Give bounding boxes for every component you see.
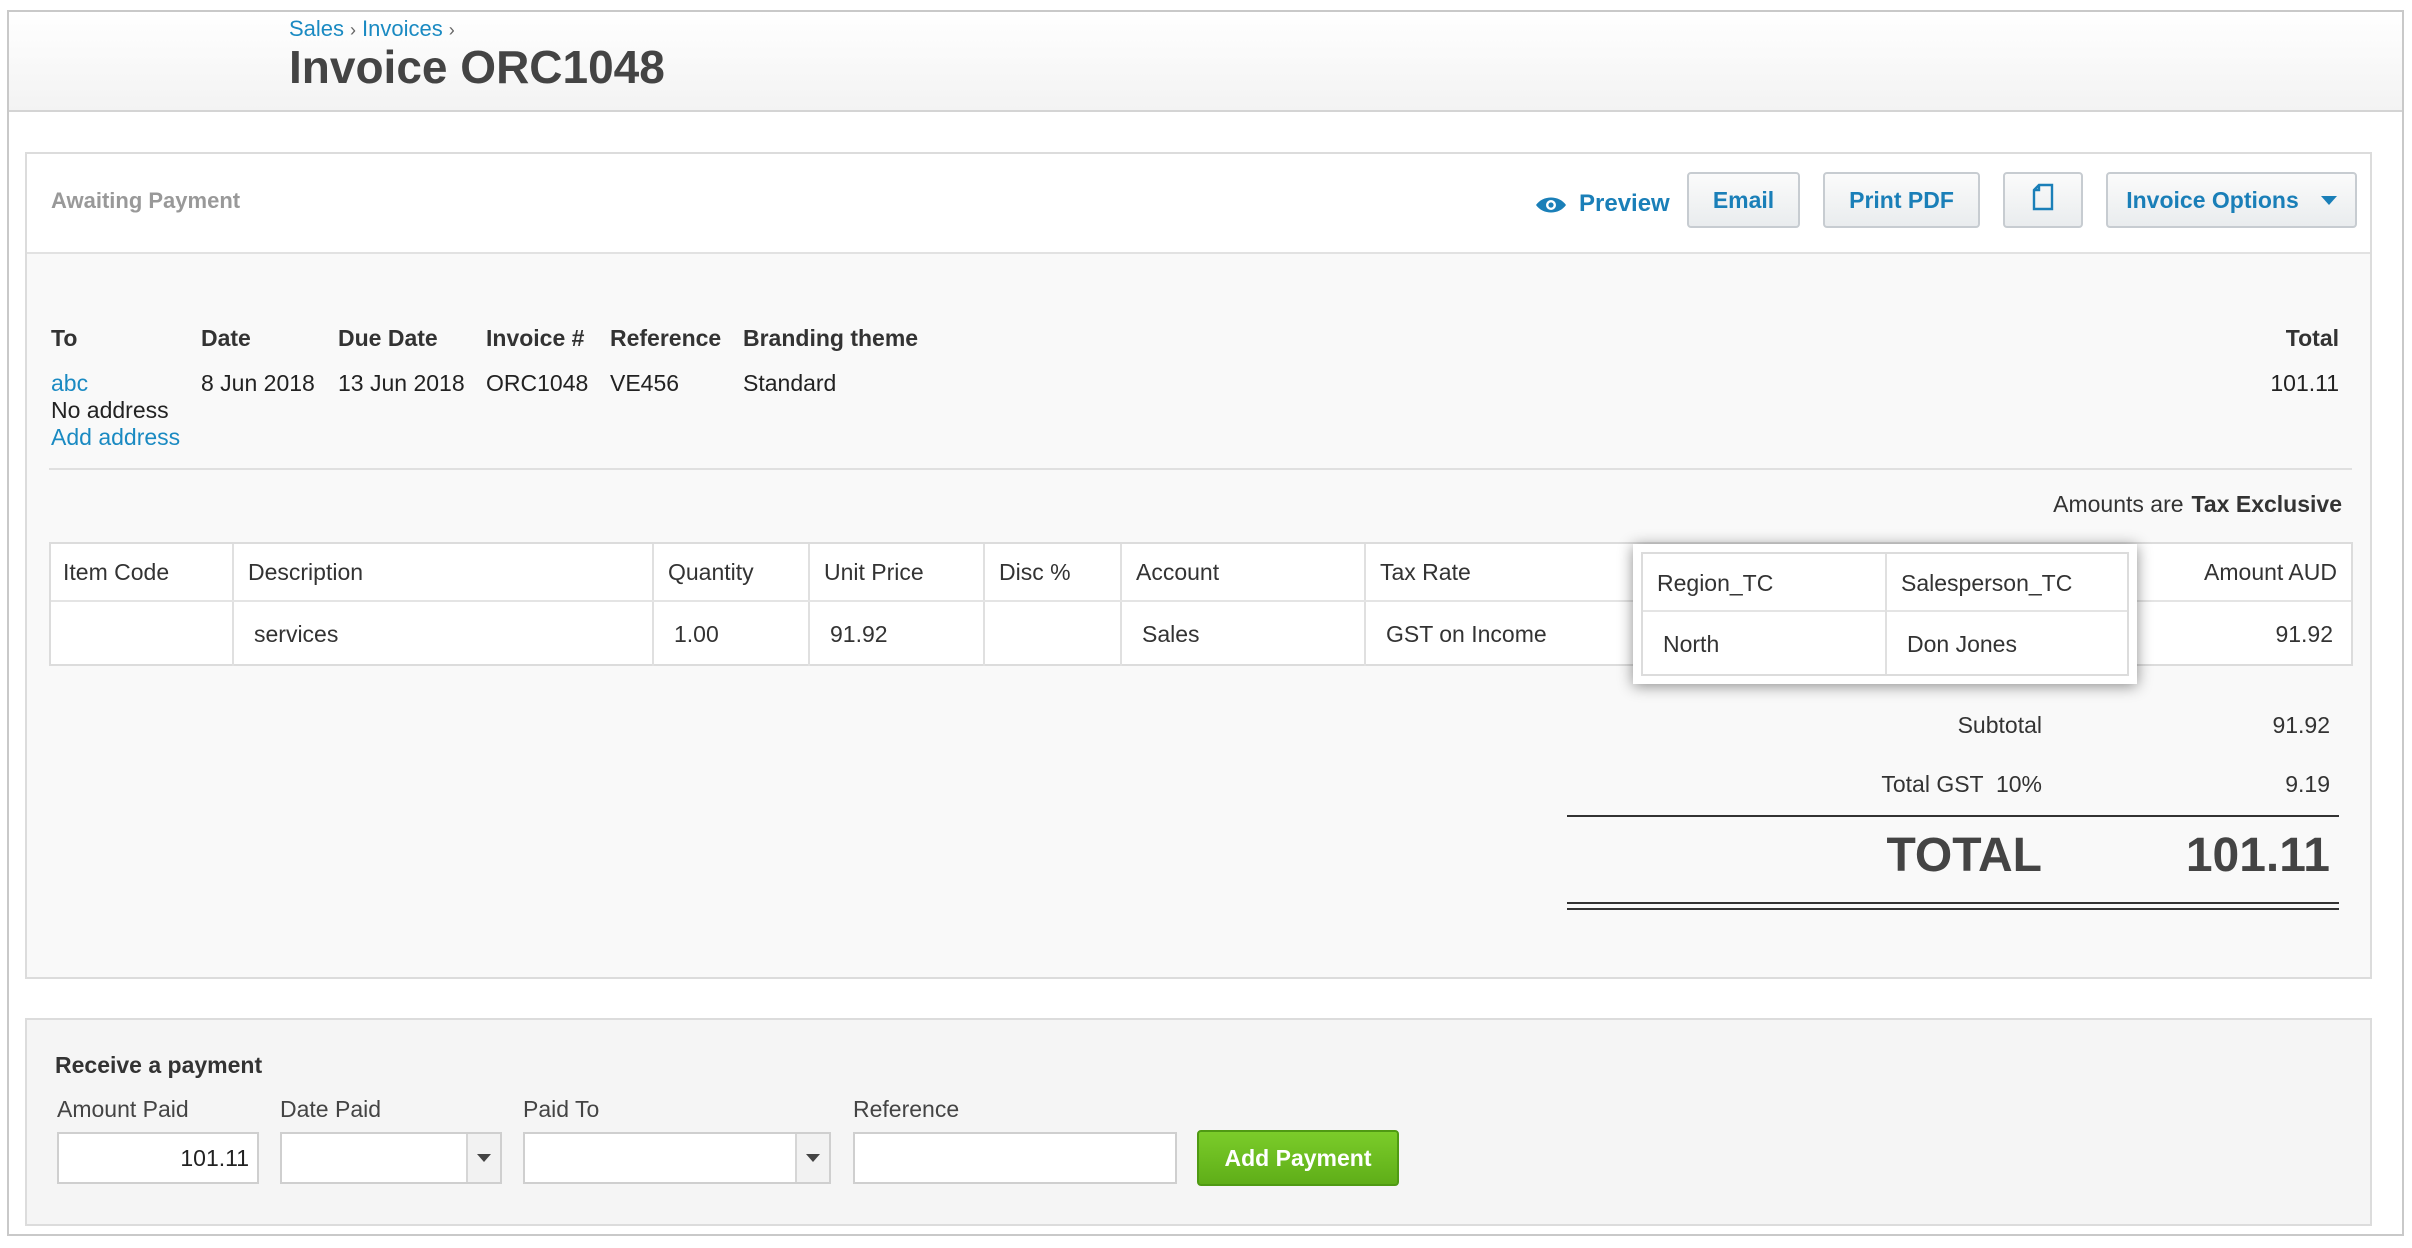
payment-title: Receive a payment xyxy=(55,1052,263,1078)
date-header: Date xyxy=(201,325,251,351)
paid-to-select[interactable] xyxy=(523,1132,831,1184)
eye-icon xyxy=(1535,194,1567,214)
date-paid-label: Date Paid xyxy=(280,1096,382,1122)
cell-region[interactable]: North xyxy=(1663,612,1719,676)
column-region-tc: Region_TC xyxy=(1657,569,1774,596)
amounts-note-value: Tax Exclusive xyxy=(2191,491,2342,517)
receive-payment-panel: Receive a payment Amount Paid Date Paid … xyxy=(25,1018,2372,1226)
invoice-options-button[interactable]: Invoice Options xyxy=(2106,172,2357,228)
reference-header: Reference xyxy=(610,325,722,351)
column-disc: Disc % xyxy=(985,544,1122,600)
page-title: Invoice ORC1048 xyxy=(289,41,665,93)
column-unit-price: Unit Price xyxy=(810,544,985,600)
cell-salesperson[interactable]: Don Jones xyxy=(1907,612,2017,676)
cell-item-code[interactable] xyxy=(51,602,234,666)
invoice-toolbar: Awaiting Payment Preview Email Print PDF… xyxy=(27,154,2370,254)
totals-double-rule-top xyxy=(1567,902,2339,904)
gst-value: 9.19 xyxy=(2285,771,2330,797)
email-button[interactable]: Email xyxy=(1687,172,1800,228)
breadcrumb-separator: › xyxy=(350,20,357,40)
divider xyxy=(49,468,2352,470)
invoice-number-header: Invoice # xyxy=(486,325,585,351)
column-salesperson-tc: Salesperson_TC xyxy=(1901,569,2073,596)
cell-account[interactable]: Sales xyxy=(1122,602,1366,666)
invoice-reference: VE456 xyxy=(610,370,680,396)
subtotal-value: 91.92 xyxy=(2272,712,2330,738)
total-header: Total xyxy=(2285,325,2339,351)
add-payment-button[interactable]: Add Payment xyxy=(1197,1130,1399,1186)
paid-to-dropdown[interactable] xyxy=(795,1134,829,1182)
paid-to-label: Paid To xyxy=(523,1096,600,1122)
totals-double-rule-bottom xyxy=(1567,908,2339,910)
tracking-column-divider xyxy=(1885,554,1887,674)
cell-description[interactable]: services xyxy=(234,602,654,666)
app-window: Sales › Invoices › Invoice ORC1048 Awaiting… xyxy=(7,10,2404,1236)
totals-divider xyxy=(1567,815,2339,817)
breadcrumb: Sales › Invoices › xyxy=(289,16,461,42)
cell-disc[interactable] xyxy=(985,602,1122,666)
chevron-down-icon xyxy=(477,1154,491,1162)
status-label: Awaiting Payment xyxy=(51,188,241,213)
add-address-link[interactable]: Add address xyxy=(51,424,180,451)
address-text: No address xyxy=(51,397,169,423)
date-paid-select[interactable] xyxy=(280,1132,502,1184)
cell-unit-price[interactable]: 91.92 xyxy=(810,602,985,666)
breadcrumb-invoices[interactable]: Invoices xyxy=(362,16,443,41)
invoice-due-date: 13 Jun 2018 xyxy=(338,370,465,396)
invoice-total: 101.11 xyxy=(2270,370,2339,396)
date-paid-dropdown[interactable] xyxy=(466,1134,500,1182)
column-item-code: Item Code xyxy=(51,544,234,600)
copy-icon xyxy=(2032,183,2054,217)
contact-link: abc No address Add address xyxy=(51,370,180,451)
breadcrumb-separator: › xyxy=(448,20,455,40)
contact-name-link[interactable]: abc xyxy=(51,370,180,397)
amount-paid-label: Amount Paid xyxy=(57,1096,189,1122)
invoice-branding: Standard xyxy=(743,370,837,396)
gst-label: Total GST 10% xyxy=(1881,771,2042,797)
subtotal-label: Subtotal xyxy=(1957,712,2042,738)
invoice-number: ORC1048 xyxy=(486,370,589,396)
chevron-down-icon xyxy=(806,1154,820,1162)
preview-label: Preview xyxy=(1579,190,1670,217)
column-description: Description xyxy=(234,544,654,600)
payment-reference-input[interactable] xyxy=(853,1132,1177,1184)
preview-button[interactable]: Preview xyxy=(1535,184,1670,224)
amounts-note-label: Amounts are xyxy=(2053,491,2184,517)
grand-total-label: TOTAL xyxy=(1886,829,2042,882)
invoice-options-label: Invoice Options xyxy=(2126,186,2299,213)
copy-button[interactable] xyxy=(2003,172,2083,228)
cell-quantity[interactable]: 1.00 xyxy=(654,602,810,666)
invoice-date: 8 Jun 2018 xyxy=(201,370,315,396)
grand-total-value: 101.11 xyxy=(2185,829,2330,882)
payment-reference-label: Reference xyxy=(853,1096,960,1122)
page-header: Sales › Invoices › Invoice ORC1048 xyxy=(9,12,2402,112)
amounts-note: Amounts are Tax Exclusive xyxy=(2053,491,2342,518)
due-date-header: Due Date xyxy=(338,325,438,351)
column-quantity: Quantity xyxy=(654,544,810,600)
print-pdf-button[interactable]: Print PDF xyxy=(1823,172,1980,228)
branding-header: Branding theme xyxy=(743,325,919,351)
tracking-categories-table: Region_TC Salesperson_TC North Don Jones xyxy=(1641,552,2129,676)
breadcrumb-sales[interactable]: Sales xyxy=(289,16,344,41)
to-header: To xyxy=(51,325,78,351)
chevron-down-icon xyxy=(2320,195,2337,205)
column-account: Account xyxy=(1122,544,1366,600)
tracking-categories-highlight: Region_TC Salesperson_TC North Don Jones xyxy=(1633,544,2137,684)
amount-paid-input[interactable] xyxy=(57,1132,259,1184)
